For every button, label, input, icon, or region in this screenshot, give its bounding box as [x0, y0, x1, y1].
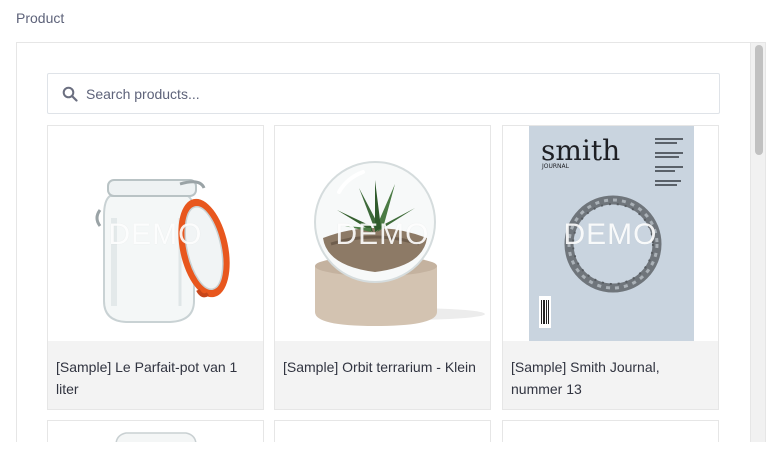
search-box[interactable]: [47, 73, 720, 114]
product-name: [Sample] Le Parfait-pot van 1 liter: [48, 341, 263, 409]
product-card[interactable]: smith JOURNAL DEMO [Sample] Smith Journa…: [502, 125, 719, 410]
demo-watermark: DEMO: [563, 218, 658, 251]
product-image: [115, 432, 197, 442]
product-name: [Sample] Smith Journal, nummer 13: [503, 341, 718, 409]
search-icon: [62, 86, 78, 102]
product-card[interactable]: [502, 420, 719, 442]
scrollbar[interactable]: [750, 43, 765, 442]
product-card[interactable]: [274, 420, 491, 442]
magazine-subtitle: JOURNAL: [541, 163, 570, 170]
product-card[interactable]: DEMO [Sample] Le Parfait-pot van 1 liter: [47, 125, 264, 410]
demo-watermark: DEMO: [335, 218, 430, 251]
scrollbar-thumb[interactable]: [755, 45, 763, 155]
product-picker-panel: DEMO [Sample] Le Parfait-pot van 1 liter: [16, 42, 766, 442]
demo-watermark: DEMO: [108, 218, 203, 251]
product-card[interactable]: DEMO [Sample] Orbit terrarium - Klein: [274, 125, 491, 410]
product-card[interactable]: [47, 420, 264, 442]
product-name: [Sample] Orbit terrarium - Klein: [275, 341, 490, 409]
field-label: Product: [16, 10, 65, 26]
search-input[interactable]: [86, 74, 706, 113]
